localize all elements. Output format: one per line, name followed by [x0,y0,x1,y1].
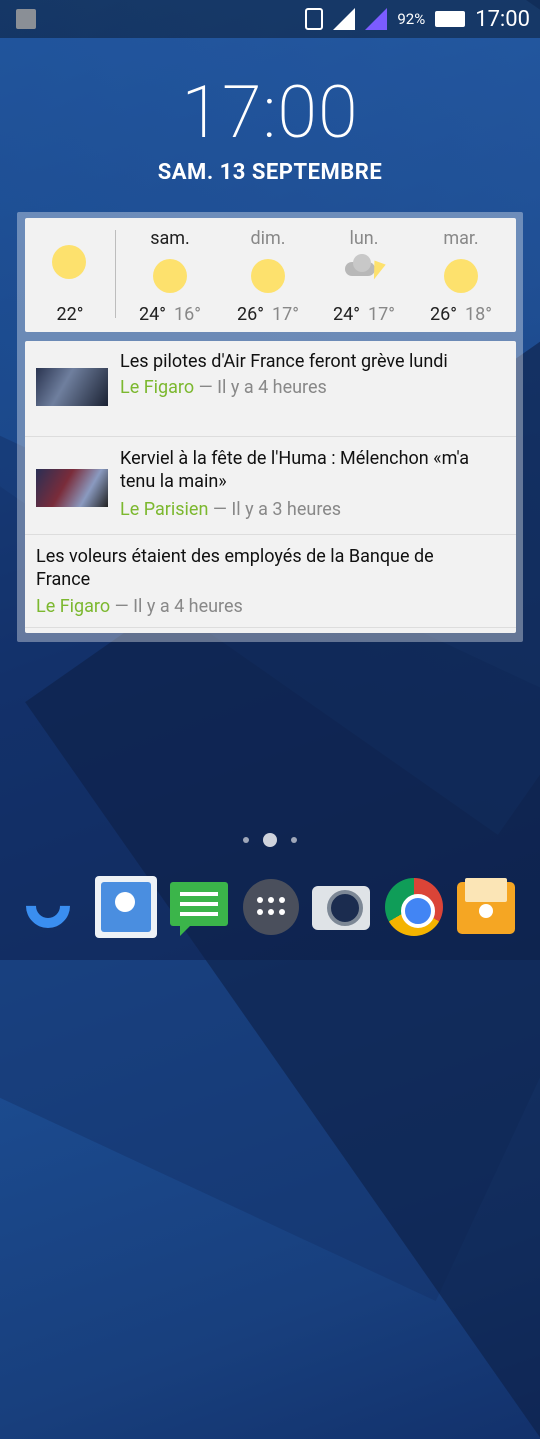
sim-icon [16,9,36,29]
news-thumbnail [36,469,108,507]
day-lo: 16° [174,304,201,325]
signal-2-icon [365,8,388,30]
day-lo: 18° [465,304,492,325]
day-lo: 17° [368,304,395,325]
news-age: — Il y a 4 heures [114,596,243,617]
news-age: — Il y a 3 heures [212,499,342,520]
news-headline: Les pilotes d'Air France feront grève lu… [120,351,448,372]
battery-percent: 92% [397,10,426,28]
news-source: Le Figaro [36,596,111,617]
news-headline: Les voleurs étaient des employés de la B… [36,545,434,591]
weather-day-tue[interactable]: mar. 26° 18° [414,218,508,332]
day-name: lun. [349,228,379,249]
page-dot [243,837,249,843]
news-headline-line: tenu la main» [120,471,227,492]
dock [0,870,540,950]
day-hi: 24° [333,304,360,325]
day-name: sam. [150,228,190,249]
day-hi: 24° [139,304,166,325]
contacts-icon[interactable] [95,876,157,938]
phone-icon[interactable] [16,874,82,938]
news-item[interactable]: Kerviel à la fête de l'Huma : Mélenchon … [25,437,516,535]
battery-icon [435,11,466,27]
weather-divider [115,230,116,318]
chrome-icon[interactable] [383,876,445,938]
news-headline-line: France [36,569,91,590]
day-lo: 17° [272,304,299,325]
weather-day-sun[interactable]: dim. 26° 17° [221,218,315,332]
news-headline-line: Kerviel à la fête de l'Huma : Mélenchon … [120,448,469,469]
weather-day-sat[interactable]: sam. 24° 16° [123,218,217,332]
news-widget: Les pilotes d'Air France feront grève lu… [25,341,516,633]
weather-day-mon[interactable]: lun. 24° 17° [317,218,411,332]
news-headline: Kerviel à la fête de l'Huma : Mélenchon … [120,447,469,493]
vibrate-icon [305,8,324,30]
weather-widget[interactable]: 22° sam. 24° 16° dim. 26° 17° lun. 24° 17° … [25,218,516,332]
lock-date: SAM. 13 SEPTEMBRE [157,160,383,185]
today-temp: 22° [56,304,84,325]
news-headline-line: Les voleurs étaient des employés de la B… [36,546,434,567]
app-drawer-icon[interactable] [240,876,302,938]
status-time: 17:00 [475,6,530,32]
sun-icon [444,259,478,293]
news-source: Le Figaro [120,377,195,398]
day-name: dim. [250,228,286,249]
news-age: — Il y a 4 heures [198,377,327,398]
messages-icon[interactable] [168,876,230,938]
day-name: mar. [443,228,479,249]
news-source: Le Parisien [120,499,209,520]
news-item[interactable]: Les voleurs étaient des employés de la B… [25,535,516,628]
lock-clock: 17:00 [181,70,359,155]
signal-icon [333,8,356,30]
weather-today[interactable]: 22° [25,218,115,332]
sun-icon [251,259,285,293]
day-hi: 26° [430,304,457,325]
day-hi: 26° [237,304,264,325]
page-dot [291,837,297,843]
page-indicator [0,833,540,847]
camera-icon[interactable] [310,876,372,938]
news-thumbnail [36,368,108,406]
sun-icon [52,245,86,279]
status-icons: 92% 17:00 [305,0,530,38]
page-dot-active [263,833,277,847]
news-item[interactable]: Les pilotes d'Air France feront grève lu… [25,341,516,437]
status-bar: 92% 17:00 [0,0,540,38]
wallet-icon[interactable] [455,876,517,938]
sun-icon [153,259,187,293]
